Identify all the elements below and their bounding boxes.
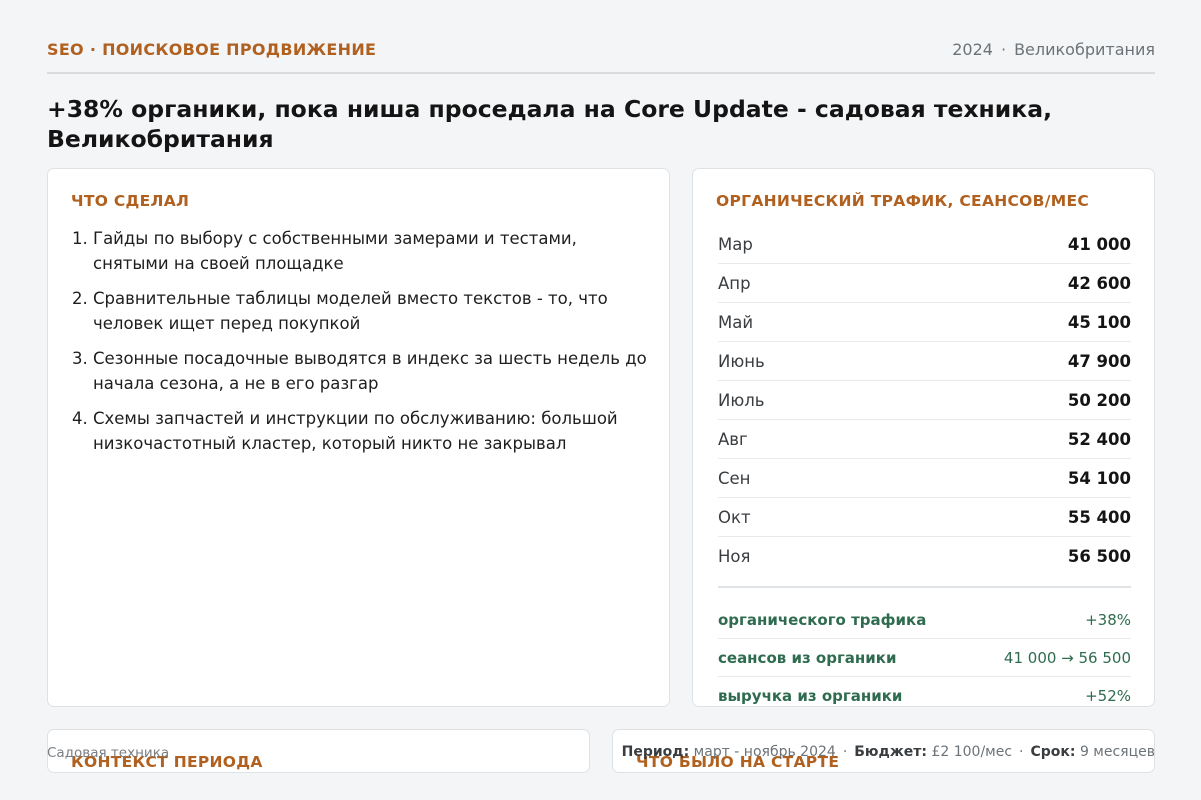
case-study-page: SEO · ПОИСКОВОЕ ПРОДВИЖЕНИЕ 2024 · Великоб…	[0, 0, 1201, 800]
month-label: Июнь	[718, 351, 765, 371]
traffic-card: ОРГАНИЧЕСКИЙ ТРАФИК, СЕАНСОВ/МЕС Мар 41 0…	[692, 168, 1155, 707]
table-row: Мар 41 000	[718, 225, 1131, 264]
result-row: органического трафика +38%	[718, 601, 1131, 639]
table-row: Ноя 56 500	[718, 537, 1131, 576]
result-value: +52%	[1085, 686, 1131, 705]
sessions-value: 50 200	[1067, 390, 1131, 410]
budget-value: £2 100/мес	[931, 744, 1013, 760]
traffic-heading: ОРГАНИЧЕСКИЙ ТРАФИК, СЕАНСОВ/МЕС	[716, 192, 1090, 210]
sessions-value: 47 900	[1067, 351, 1131, 371]
period-value: март - ноябрь 2024	[693, 744, 836, 760]
month-label: Май	[718, 312, 754, 332]
results-list: органического трафика +38% сеансов из орг…	[718, 601, 1131, 706]
sessions-value: 55 400	[1067, 507, 1131, 527]
sessions-value: 56 500	[1067, 547, 1131, 566]
result-label: сеансов из органики	[718, 648, 897, 667]
month-label: Июль	[718, 390, 765, 410]
actions-list: Гайды по выбору с собственными замерами …	[93, 226, 653, 466]
sessions-value: 41 000	[1067, 234, 1131, 254]
top-bar: SEO · ПОИСКОВОЕ ПРОДВИЖЕНИЕ 2024 · Великоб…	[47, 36, 1155, 74]
meta-separator: ·	[1000, 40, 1007, 59]
case-region: Великобритания	[1014, 40, 1155, 59]
traffic-table: Мар 41 000 Апр 42 600 Май 45 100 Июнь 47 900…	[718, 225, 1131, 576]
actions-heading: ЧТО СДЕЛАЛ	[71, 192, 190, 210]
table-row: Окт 55 400	[718, 498, 1131, 537]
table-row: Июнь 47 900	[718, 342, 1131, 381]
action-item: Сравнительные таблицы моделей вместо тек…	[93, 286, 653, 336]
table-row: Сен 54 100	[718, 459, 1131, 498]
niche-label: Садовая техника	[47, 745, 170, 761]
table-row: Июль 50 200	[718, 381, 1131, 420]
results-divider	[718, 586, 1131, 588]
result-value: 41 000 → 56 500	[1003, 648, 1131, 667]
table-row: Авг 52 400	[718, 420, 1131, 459]
action-item: Схемы запчастей и инструкции по обслужив…	[93, 406, 653, 456]
table-row: Апр 42 600	[718, 264, 1131, 303]
month-label: Апр	[718, 273, 751, 293]
sessions-value: 42 600	[1067, 273, 1131, 293]
meta-separator: ·	[1019, 744, 1024, 760]
result-row: выручка из органики +52%	[718, 677, 1131, 706]
month-label: Авг	[718, 429, 748, 449]
term-value: 9 месяцев	[1079, 744, 1155, 760]
page-title: +38% органики, пока ниша проседала на Co…	[47, 95, 1052, 153]
category-label: SEO · ПОИСКОВОЕ ПРОДВИЖЕНИЕ	[47, 40, 377, 59]
table-row: Май 45 100	[718, 303, 1131, 342]
result-label: органического трафика	[718, 610, 927, 629]
month-label: Ноя	[718, 547, 751, 566]
term-label: Срок:	[1030, 744, 1076, 760]
result-label: выручка из органики	[718, 686, 903, 705]
meta-separator: ·	[842, 744, 848, 760]
action-item: Гайды по выбору с собственными замерами …	[93, 226, 653, 276]
actions-card: ЧТО СДЕЛАЛ Гайды по выбору с собственным…	[47, 168, 670, 707]
budget-label: Бюджет:	[854, 744, 927, 760]
result-row: сеансов из органики 41 000 → 56 500	[718, 639, 1131, 677]
sessions-value: 52 400	[1067, 429, 1131, 449]
sessions-value: 45 100	[1067, 312, 1131, 332]
footer-meta: Период: март - ноябрь 2024 · Бюджет: £2 10…	[622, 744, 1155, 760]
result-value: +38%	[1085, 610, 1131, 629]
action-item: Сезонные посадочные выводятся в индекс з…	[93, 346, 653, 396]
sessions-value: 54 100	[1067, 468, 1131, 488]
period-label: Период:	[621, 744, 690, 760]
case-meta: 2024 · Великобритания	[952, 40, 1155, 59]
month-label: Мар	[718, 234, 753, 254]
case-year: 2024	[952, 40, 993, 59]
month-label: Сен	[718, 468, 751, 488]
month-label: Окт	[718, 507, 751, 527]
